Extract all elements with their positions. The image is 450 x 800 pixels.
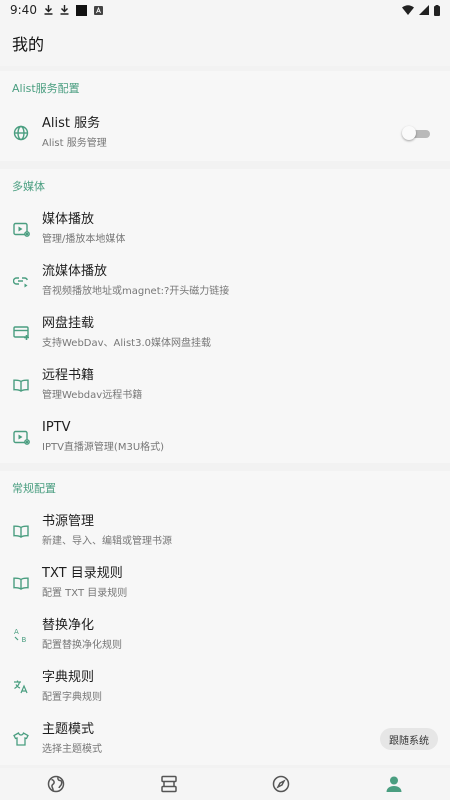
- item-title: Alist 服务: [42, 115, 101, 131]
- bookshelf-icon: [160, 775, 178, 793]
- item-title: 流媒体播放: [42, 263, 108, 279]
- download-icon: [44, 5, 53, 15]
- item-title: 远程书籍: [42, 367, 95, 383]
- nav-discover[interactable]: [26, 768, 86, 800]
- settings-item-media-play[interactable]: 媒体播放 管理/播放本地媒体: [0, 203, 450, 255]
- settings-item-replace-rules[interactable]: AB 替换净化 配置替换净化规则: [0, 609, 450, 661]
- settings-item-remote-books[interactable]: 远程书籍 管理Webdav远程书籍: [0, 359, 450, 411]
- settings-item-cloud-mount[interactable]: 网盘挂载 支持WebDav、Alist3.0媒体网盘挂载: [0, 307, 450, 359]
- person-icon: [385, 775, 403, 793]
- wifi-icon: [402, 5, 414, 15]
- item-subtitle: 管理Webdav远程书籍: [42, 389, 143, 401]
- media-settings-icon: [0, 222, 42, 237]
- nav-bookshelf[interactable]: [139, 768, 199, 800]
- compass-icon: [272, 775, 290, 793]
- card-add-icon: [0, 326, 42, 340]
- item-title: 字典规则: [42, 669, 95, 685]
- translate-icon: [0, 679, 42, 695]
- item-subtitle: 配置字典规则: [42, 691, 102, 703]
- a-notification-icon: [93, 5, 103, 15]
- item-subtitle: IPTV直播源管理(M3U格式): [42, 441, 165, 453]
- link-stream-icon: [0, 275, 42, 288]
- book-open-icon: [0, 524, 42, 538]
- nav-my[interactable]: [364, 768, 424, 800]
- settings-item-book-source[interactable]: 书源管理 新建、导入、编辑或管理书源: [0, 505, 450, 557]
- item-title: 替换净化: [42, 617, 95, 633]
- item-subtitle: 配置 TXT 目录规则: [42, 587, 128, 599]
- settings-item-iptv[interactable]: IPTV IPTV直播源管理(M3U格式): [0, 411, 450, 463]
- status-bar: 9:40: [0, 0, 450, 20]
- globe-icon: [0, 125, 42, 141]
- section-header: Alist服务配置: [12, 82, 80, 95]
- app-bar: 我的: [0, 20, 450, 66]
- section-alist: Alist服务配置 Alist 服务 Alist 服务管理: [0, 71, 450, 161]
- settings-item-dictionary-rules[interactable]: 字典规则 配置字典规则: [0, 661, 450, 713]
- page-title: 我的: [12, 35, 45, 54]
- item-subtitle: 音视频播放地址或magnet:?开头磁力链接: [42, 285, 230, 297]
- item-title: 书源管理: [42, 513, 95, 529]
- svg-text:B: B: [22, 636, 27, 643]
- section-general: 常规配置 书源管理 新建、导入、编辑或管理书源 TXT 目录规则 配置 TXT …: [0, 471, 450, 765]
- section-header: 多媒体: [12, 180, 45, 193]
- app-notification-icon: [75, 4, 87, 16]
- item-title: 主题模式: [42, 721, 95, 737]
- signal-icon: [419, 5, 429, 15]
- settings-item-alist-service[interactable]: Alist 服务 Alist 服务管理: [0, 105, 450, 161]
- theme-mode-chip[interactable]: 跟随系统: [380, 728, 438, 750]
- item-title: IPTV: [42, 419, 71, 435]
- status-time: 9:40: [10, 3, 37, 17]
- settings-list[interactable]: Alist服务配置 Alist 服务 Alist 服务管理 多媒体 媒体播放 管…: [0, 66, 450, 768]
- ab-replace-icon: AB: [0, 627, 42, 643]
- item-subtitle: Alist 服务管理: [42, 137, 107, 149]
- alist-service-toggle[interactable]: [402, 126, 430, 140]
- item-title: 媒体播放: [42, 211, 95, 227]
- nav-explore[interactable]: [251, 768, 311, 800]
- section-multimedia: 多媒体 媒体播放 管理/播放本地媒体 流媒体播放 音视频播放地址或magnet:…: [0, 169, 450, 463]
- item-title: TXT 目录规则: [42, 565, 123, 581]
- tv-settings-icon: [0, 430, 42, 445]
- book-open-icon: [0, 576, 42, 590]
- item-subtitle: 支持WebDav、Alist3.0媒体网盘挂载: [42, 337, 211, 349]
- download-icon: [60, 5, 69, 15]
- item-subtitle: 管理/播放本地媒体: [42, 233, 126, 245]
- item-subtitle: 新建、导入、编辑或管理书源: [42, 535, 172, 547]
- tshirt-icon: [0, 732, 42, 746]
- item-title: 网盘挂载: [42, 315, 95, 331]
- bottom-navigation: [0, 768, 450, 800]
- globe-icon: [47, 775, 65, 793]
- settings-item-stream-play[interactable]: 流媒体播放 音视频播放地址或magnet:?开头磁力链接: [0, 255, 450, 307]
- settings-item-txt-toc-rules[interactable]: TXT 目录规则 配置 TXT 目录规则: [0, 557, 450, 609]
- book-open-icon: [0, 378, 42, 392]
- section-header: 常规配置: [12, 482, 56, 495]
- item-subtitle: 选择主题模式: [42, 743, 102, 755]
- battery-icon: [434, 4, 440, 16]
- svg-text:A: A: [14, 628, 19, 636]
- item-subtitle: 配置替换净化规则: [42, 639, 122, 651]
